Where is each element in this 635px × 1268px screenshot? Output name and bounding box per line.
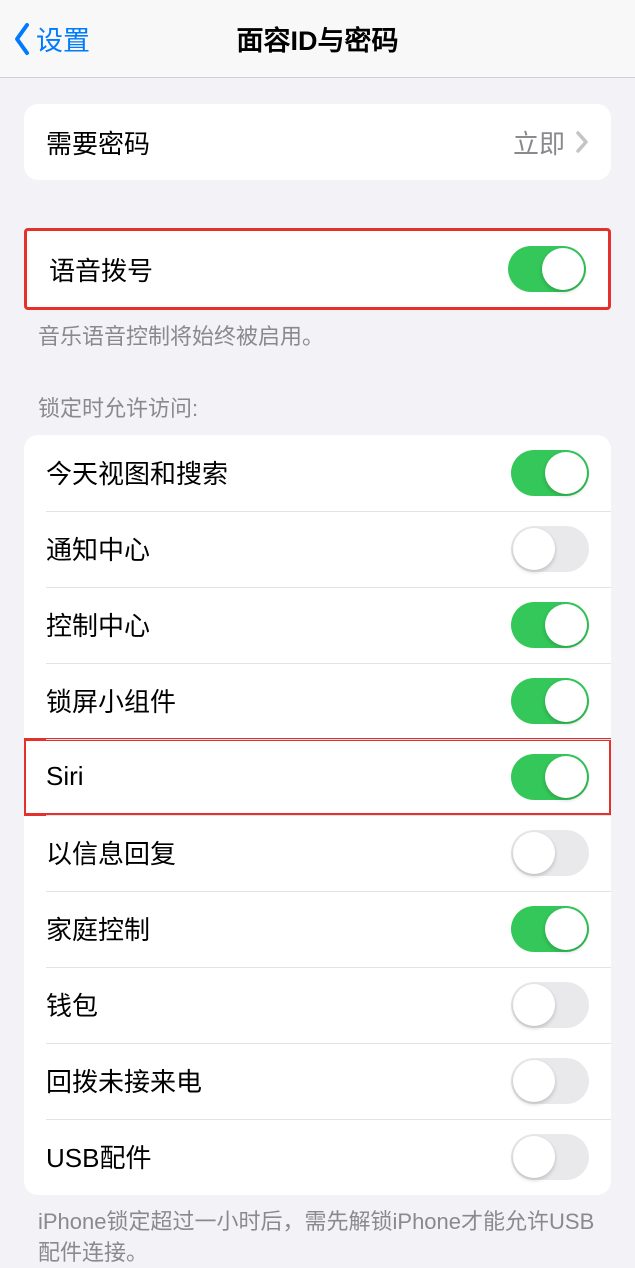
back-label: 设置: [36, 19, 90, 58]
lock-access-toggle[interactable]: [511, 602, 589, 648]
back-button[interactable]: 设置: [12, 19, 90, 58]
lock-access-footer: iPhone锁定超过一小时后，需先解锁iPhone才能允许USB配件连接。: [0, 1195, 635, 1268]
lock-access-row: Siri: [24, 739, 611, 815]
require-passcode-label: 需要密码: [46, 124, 150, 161]
lock-access-item-label: Siri: [46, 761, 84, 792]
lock-access-item-label: 控制中心: [46, 606, 150, 643]
lock-access-item-label: 回拨未接来电: [46, 1062, 202, 1099]
require-passcode-value: 立即: [513, 124, 565, 161]
lock-access-group: 今天视图和搜索通知中心控制中心锁屏小组件 Siri 以信息回复家庭控制钱包回拨未接来…: [24, 435, 611, 1195]
lock-access-header: 锁定时允许访问:: [0, 391, 635, 435]
lock-access-item-label: 钱包: [46, 986, 98, 1023]
voice-dial-label: 语音拨号: [49, 251, 153, 288]
lock-access-item-label: 家庭控制: [46, 910, 150, 947]
lock-access-toggle[interactable]: [511, 754, 589, 800]
chevron-left-icon: [12, 22, 32, 56]
lock-access-toggle[interactable]: [511, 678, 589, 724]
require-passcode-row[interactable]: 需要密码 立即: [24, 104, 611, 180]
lock-access-toggle[interactable]: [511, 1134, 589, 1180]
lock-access-row: 通知中心: [24, 511, 611, 587]
voice-dial-toggle[interactable]: [508, 246, 586, 292]
lock-access-row: 锁屏小组件: [24, 663, 611, 739]
lock-access-toggle[interactable]: [511, 526, 589, 572]
lock-access-toggle[interactable]: [511, 982, 589, 1028]
voice-dial-group-highlighted: 语音拨号: [24, 228, 611, 310]
lock-access-row: 回拨未接来电: [24, 1043, 611, 1119]
chevron-right-icon: [575, 130, 589, 154]
voice-dial-row: 语音拨号: [27, 231, 608, 307]
lock-access-row: 今天视图和搜索: [24, 435, 611, 511]
lock-access-item-label: 锁屏小组件: [46, 682, 176, 719]
lock-access-item-label: 通知中心: [46, 530, 150, 567]
lock-access-row: 控制中心: [24, 587, 611, 663]
lock-access-item-label: 以信息回复: [46, 834, 176, 871]
lock-access-toggle[interactable]: [511, 830, 589, 876]
lock-access-item-label: USB配件: [46, 1138, 151, 1175]
lock-access-toggle[interactable]: [511, 1058, 589, 1104]
lock-access-row: 以信息回复: [24, 815, 611, 891]
lock-access-toggle[interactable]: [511, 906, 589, 952]
lock-access-row: USB配件: [24, 1119, 611, 1195]
lock-access-row: 钱包: [24, 967, 611, 1043]
navigation-bar: 设置 面容ID与密码: [0, 0, 635, 78]
lock-access-toggle[interactable]: [511, 450, 589, 496]
page-title: 面容ID与密码: [237, 19, 399, 58]
voice-dial-footer: 音乐语音控制将始终被启用。: [0, 310, 635, 353]
lock-access-row: 家庭控制: [24, 891, 611, 967]
lock-access-item-label: 今天视图和搜索: [46, 454, 228, 491]
